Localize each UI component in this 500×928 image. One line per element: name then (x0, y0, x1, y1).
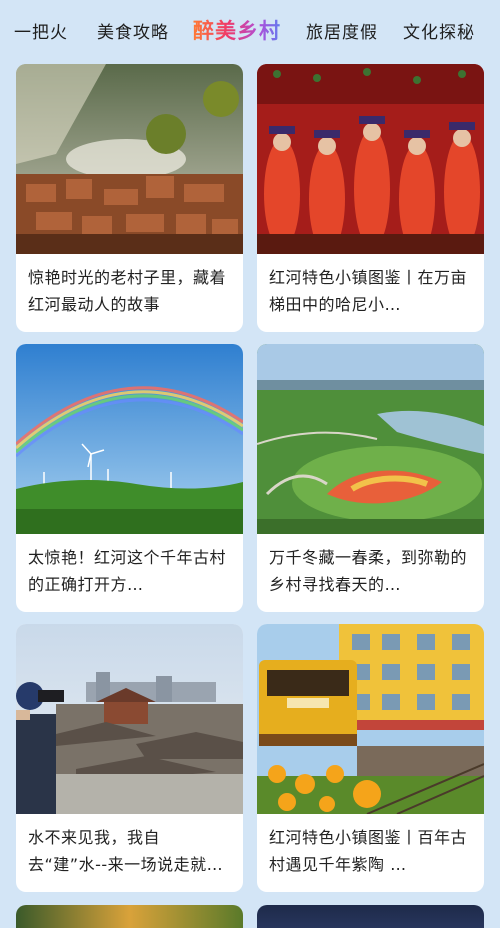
yellow-train-building-photo (257, 624, 484, 814)
folk-dancers-photo (257, 64, 484, 254)
tab-culture-explore[interactable]: 文化探秘 (403, 18, 475, 43)
article-title: 万千冬藏一春柔，到弥勒的乡村寻找春天的… (269, 548, 468, 594)
tab-beautiful-village[interactable]: 醉美乡村 (193, 15, 281, 45)
photographer-rooftops-photo (16, 624, 243, 814)
article-card[interactable]: 惊艳时光的老村子里，藏着红河最动人的故事 (16, 64, 243, 332)
article-card[interactable]: 红河特色小镇图鉴丨百年古村遇见千年紫陶 … (257, 624, 484, 892)
article-title: 惊艳时光的老村子里，藏着红河最动人的故事 (28, 268, 227, 314)
article-title: 太惊艳！红河这个千年古村的正确打开方… (28, 548, 227, 594)
article-title: 水不来见我，我自去“建”水--来一场说走就走的… (28, 828, 224, 874)
article-card[interactable]: 万千冬藏一春柔，到弥勒的乡村寻找春天的… (257, 344, 484, 612)
article-card-partial[interactable] (16, 905, 243, 928)
article-title: 红河特色小镇图鉴丨百年古村遇见千年紫陶 … (269, 828, 468, 874)
article-card-partial[interactable] (257, 905, 484, 928)
article-card[interactable]: 太惊艳！红河这个千年古村的正确打开方… (16, 344, 243, 612)
category-tab-bar: 一把火 美食攻略 醉美乡村 旅居度假 文化探秘 (0, 0, 500, 62)
article-card[interactable]: 水不来见我，我自去“建”水--来一场说走就走的… (16, 624, 243, 892)
tab-food-guide[interactable]: 美食攻略 (97, 18, 169, 43)
rainbow-wind-turbines-photo (16, 344, 243, 534)
tab-yibahuo[interactable]: 一把火 (14, 18, 68, 43)
flower-field-lake-photo (257, 344, 484, 534)
tab-holiday-stay[interactable]: 旅居度假 (306, 18, 378, 43)
article-card[interactable]: 红河特色小镇图鉴丨在万亩梯田中的哈尼小… (257, 64, 484, 332)
old-village-photo (16, 64, 243, 254)
article-title: 红河特色小镇图鉴丨在万亩梯田中的哈尼小… (269, 268, 468, 314)
